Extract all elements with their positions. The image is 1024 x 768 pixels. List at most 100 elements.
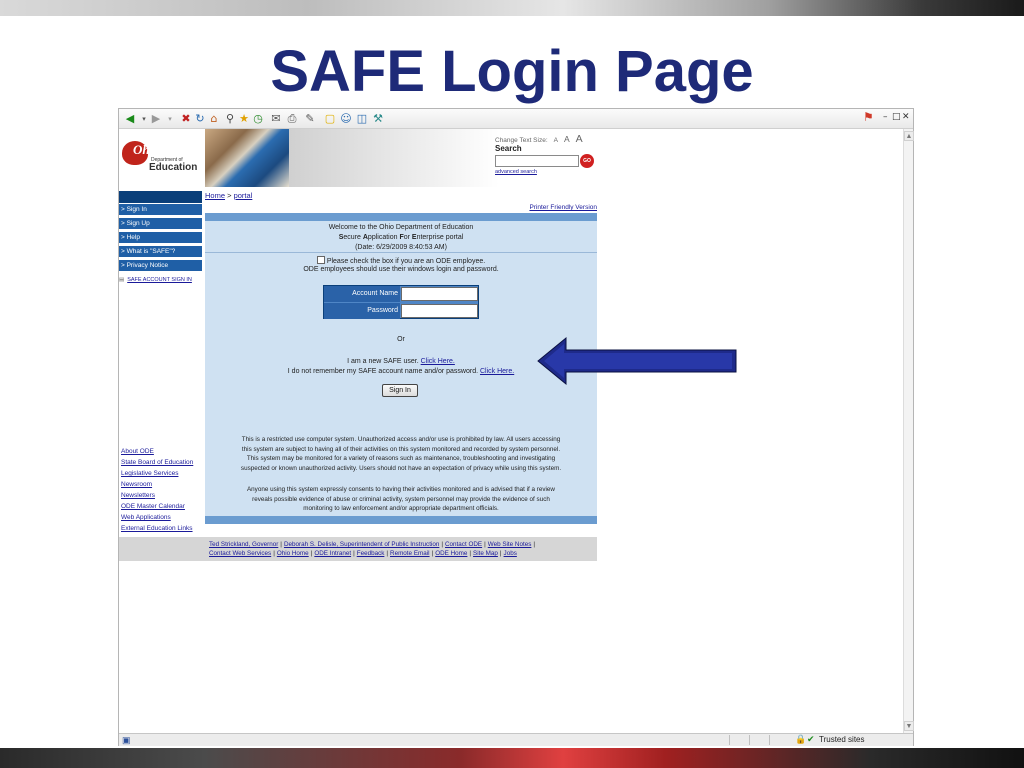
trusted-check-icon: ✔ [807, 734, 815, 744]
forgot-click-here-link[interactable]: Click Here. [480, 368, 514, 375]
forward-dropdown-icon[interactable]: ▾ [163, 112, 177, 126]
ode-employee-note: ODE employees should use their windows l… [303, 266, 499, 273]
browser-toolbar: ◀ ▾ ▶ ▾ ✖ ↻ ⌂ ⚲ ★ ◷ ✉ ⎙ ✎ ▢ ☺ ◫ ⚒ ⚑ – □ … [119, 109, 913, 129]
vertical-scrollbar[interactable]: ▲ ▼ [903, 129, 914, 734]
history-icon[interactable]: ◷ [251, 112, 265, 126]
breadcrumb-home-link[interactable]: Home [205, 191, 225, 200]
print-icon[interactable]: ⎙ [285, 112, 299, 126]
account-name-row: Account Name [324, 286, 480, 303]
top-decorative-band [0, 0, 1024, 16]
back-icon[interactable]: ◀ [123, 112, 137, 126]
logo-education-text: Education [149, 162, 198, 173]
forward-icon[interactable]: ▶ [149, 112, 163, 126]
nav-item-sign-up[interactable]: > Sign Up [119, 218, 202, 230]
ohio-education-logo[interactable]: Ohio Department of Education [119, 129, 205, 189]
footer-link-web-site-notes[interactable]: Web Site Notes [488, 541, 532, 548]
restricted-use-notice: This is a restricted use computer system… [240, 436, 562, 472]
footer-link-jobs[interactable]: Jobs [504, 550, 517, 557]
safe-account-signin-link[interactable]: ▤ SAFE ACCOUNT SIGN IN [119, 277, 202, 283]
security-zone-label: Trusted sites [819, 735, 865, 744]
research-icon[interactable]: ◫ [355, 112, 369, 126]
employee-checkbox-row: Please check the box if you are an ODE e… [205, 256, 597, 265]
search-label: Search [495, 144, 522, 153]
slide-title: SAFE Login Page [270, 39, 754, 104]
scroll-down-icon[interactable]: ▼ [904, 721, 914, 731]
side-link-newsroom[interactable]: Newsroom [121, 479, 203, 490]
side-link-newsletters[interactable]: Newsletters [121, 490, 203, 501]
footer-link-governor[interactable]: Ted Strickland, Governor [209, 541, 278, 548]
lock-icon: 🔒 [795, 734, 807, 744]
browser-status-bar: ▣ 🔒 ✔ Trusted sites [119, 733, 913, 746]
content-bottom-bar [205, 516, 597, 524]
search-icon[interactable]: ⚲ [223, 112, 237, 126]
tools-icon[interactable]: ⚒ [371, 112, 385, 126]
account-name-input[interactable] [401, 287, 478, 301]
footer-link-contact-web-services[interactable]: Contact Web Services [209, 550, 271, 557]
footer-link-ode-home[interactable]: ODE Home [435, 550, 467, 557]
scroll-up-icon[interactable]: ▲ [904, 131, 914, 141]
mail-icon[interactable]: ✉ [269, 112, 283, 126]
password-input[interactable] [401, 304, 478, 318]
logo-ohio-text: Ohio [133, 142, 160, 157]
close-icon[interactable]: ✕ [902, 112, 910, 122]
password-row: Password [324, 303, 480, 320]
refresh-icon[interactable]: ↻ [193, 112, 207, 126]
page-footer: Ted Strickland, Governor | Deborah S. Deli… [119, 537, 597, 561]
side-links: About ODE State Board of Education Legis… [121, 446, 203, 534]
footer-link-ohio-home[interactable]: Ohio Home [277, 550, 309, 557]
footer-link-ode-intranet[interactable]: ODE Intranet [314, 550, 351, 557]
side-link-legislative[interactable]: Legislative Services [121, 468, 203, 479]
favorites-icon[interactable]: ★ [237, 112, 251, 126]
text-size-large[interactable]: A [576, 133, 583, 145]
footer-link-contact-ode[interactable]: Contact ODE [445, 541, 482, 548]
stop-icon[interactable]: ✖ [179, 112, 193, 126]
minimize-icon[interactable]: – [883, 112, 888, 122]
breadcrumb: Home > portal [205, 191, 252, 200]
search-go-button[interactable]: GO [580, 154, 594, 168]
monitoring-consent-notice: Anyone using this system expressly conse… [246, 486, 555, 513]
login-form: Account Name Password [323, 285, 479, 319]
discuss-icon[interactable]: ▢ [323, 112, 337, 126]
employee-checkbox-label: Please check the box if you are an ODE e… [326, 258, 486, 265]
footer-link-feedback[interactable]: Feedback [357, 550, 385, 557]
search-input[interactable] [495, 155, 579, 167]
welcome-line1: Welcome to the Ohio Department of Educat… [328, 224, 474, 231]
nav-header [119, 191, 202, 203]
footer-row-2: Contact Web Services | Ohio Home | ODE Intra… [209, 550, 517, 557]
account-name-label: Account Name [324, 286, 400, 302]
nav-item-privacy-notice[interactable]: > Privacy Notice [119, 260, 202, 272]
text-size-medium[interactable]: A [564, 134, 570, 144]
header-gradient [289, 129, 499, 187]
content-top-bar [205, 213, 597, 221]
home-icon[interactable]: ⌂ [207, 112, 221, 126]
side-link-about-ode[interactable]: About ODE [121, 446, 203, 457]
web-page: Ohio Department of Education Change Text… [119, 129, 903, 733]
sign-in-button[interactable]: Sign In [382, 384, 418, 397]
new-user-click-here-link[interactable]: Click Here. [421, 358, 455, 365]
side-link-state-board[interactable]: State Board of Education [121, 457, 203, 468]
slide: SAFE Login Page ◀ ▾ ▶ ▾ ✖ ↻ ⌂ ⚲ ★ ◷ ✉ ⎙ … [0, 0, 1024, 768]
nav-item-sign-in[interactable]: > Sign In [119, 204, 202, 216]
restore-icon[interactable]: □ [892, 112, 901, 122]
footer-link-superintendent[interactable]: Deborah S. Delisle, Superintendent of Pu… [284, 541, 439, 548]
advanced-search-link[interactable]: advanced search [495, 169, 537, 175]
ode-employee-checkbox[interactable] [316, 256, 325, 264]
welcome-line2: Secure Application For Enterprise portal [338, 234, 464, 241]
edit-icon[interactable]: ✎ [303, 112, 317, 126]
page-status-icon: ▣ [122, 735, 131, 745]
nav-item-help[interactable]: > Help [119, 232, 202, 244]
messenger-icon[interactable]: ☺ [339, 112, 353, 126]
browser-window: ◀ ▾ ▶ ▾ ✖ ↻ ⌂ ⚲ ★ ◷ ✉ ⎙ ✎ ▢ ☺ ◫ ⚒ ⚑ – □ … [118, 108, 914, 746]
text-size-small[interactable]: A [554, 137, 558, 144]
printer-friendly-link[interactable]: Printer Friendly Version [205, 203, 597, 213]
breadcrumb-portal-link[interactable]: portal [234, 191, 253, 200]
footer-link-site-map[interactable]: Site Map [473, 550, 498, 557]
bottom-decorative-band [0, 748, 1024, 768]
side-link-external-links[interactable]: External Education Links [121, 523, 203, 534]
nav-item-what-is-safe[interactable]: > What is "SAFE"? [119, 246, 202, 258]
side-link-web-applications[interactable]: Web Applications [121, 512, 203, 523]
footer-link-remote-email[interactable]: Remote Email [390, 550, 430, 557]
side-link-master-calendar[interactable]: ODE Master Calendar [121, 501, 203, 512]
header-photo [205, 129, 289, 187]
text-size-label: Change Text Size: [495, 137, 548, 144]
